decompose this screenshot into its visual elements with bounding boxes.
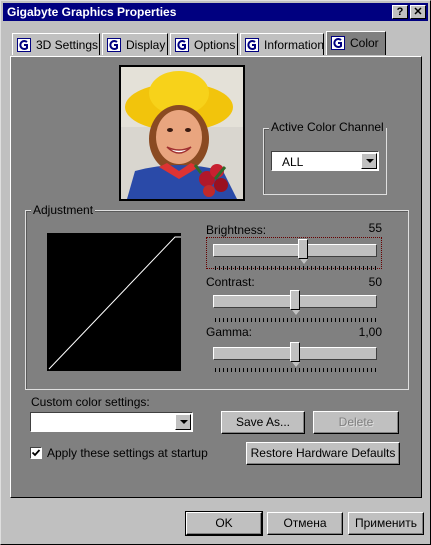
restore-hardware-defaults-button[interactable]: Restore Hardware Defaults <box>246 442 400 465</box>
brightness-label: Brightness: <box>206 223 267 237</box>
apply-at-startup-label[interactable]: Apply these settings at startup <box>47 446 208 460</box>
gigabyte-g-icon <box>331 36 345 50</box>
color-channel-select[interactable]: ALL <box>271 151 379 171</box>
tab-3d-settings[interactable]: 3D Settings <box>12 33 100 55</box>
help-button[interactable]: ? <box>392 5 408 19</box>
brightness-ticks <box>215 266 377 270</box>
gamma-slider-thumb[interactable] <box>290 342 300 367</box>
color-channel-value: ALL <box>282 155 304 169</box>
tab-options[interactable]: Options <box>170 33 238 55</box>
delete-button[interactable]: Delete <box>313 411 399 434</box>
contrast-label: Contrast: <box>206 275 255 289</box>
tab-label: Display <box>126 38 166 52</box>
checkmark-icon <box>31 449 41 457</box>
tab-display[interactable]: Display <box>102 33 168 55</box>
close-button[interactable]: ✕ <box>410 5 426 19</box>
tab-label: Color <box>350 36 379 50</box>
custom-color-settings-label: Custom color settings: <box>31 395 150 409</box>
apply-at-startup-checkbox[interactable] <box>30 447 42 459</box>
tab-label: Information <box>264 38 325 52</box>
tab-color[interactable]: Color <box>326 31 386 55</box>
tab-label: Options <box>194 38 236 52</box>
gamma-ticks <box>215 368 377 372</box>
color-curve-graph <box>47 233 181 371</box>
save-as-button[interactable]: Save As... <box>221 411 305 434</box>
gigabyte-g-icon <box>17 38 31 52</box>
properties-window: Gigabyte Graphics Properties ? ✕ 3D Sett… <box>0 0 431 545</box>
preview-image <box>119 65 245 201</box>
chevron-down-icon[interactable] <box>361 153 377 169</box>
adjustment-label: Adjustment <box>31 203 96 217</box>
brightness-slider-track[interactable] <box>213 244 377 257</box>
contrast-slider-thumb[interactable] <box>290 290 300 315</box>
active-color-channel-label: Active Color Channel <box>269 120 386 134</box>
custom-color-settings-select[interactable] <box>30 412 193 432</box>
gamma-label: Gamma: <box>206 325 253 339</box>
title-bar[interactable]: Gigabyte Graphics Properties ? ✕ <box>3 3 428 21</box>
tab-label: 3D Settings <box>36 38 99 52</box>
window-title: Gigabyte Graphics Properties <box>7 5 177 19</box>
gigabyte-g-icon <box>175 38 189 52</box>
tab-information[interactable]: Information <box>240 33 324 55</box>
gamma-value: 1,00 <box>358 325 382 339</box>
gigabyte-g-icon <box>245 38 259 52</box>
chevron-down-icon[interactable] <box>175 414 191 430</box>
brightness-slider-thumb[interactable] <box>297 239 308 264</box>
contrast-value: 50 <box>368 275 382 289</box>
gigabyte-g-icon <box>107 38 121 52</box>
ok-button[interactable]: OK <box>186 512 262 535</box>
brightness-value: 55 <box>368 221 382 235</box>
cancel-button[interactable]: Отмена <box>267 512 343 535</box>
apply-button[interactable]: Применить <box>348 512 424 535</box>
contrast-ticks <box>215 318 377 322</box>
